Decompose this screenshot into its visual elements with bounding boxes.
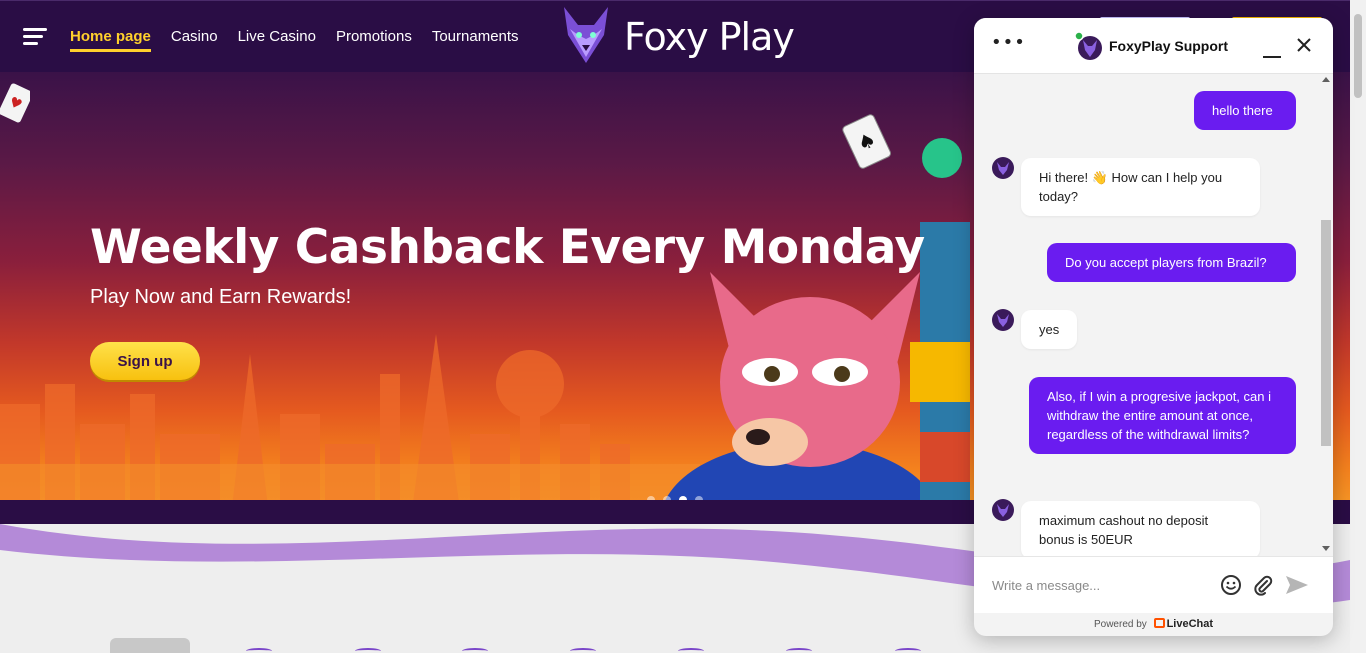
livechat-widget: ••• FoxyPlay Support hello there Hi ther… <box>974 18 1333 636</box>
message-input[interactable] <box>992 575 1192 595</box>
category-icon[interactable] <box>570 648 596 653</box>
scroll-down-arrow[interactable] <box>1322 546 1330 551</box>
chat-composer <box>974 556 1333 613</box>
send-icon[interactable] <box>1284 574 1310 596</box>
category-icon[interactable] <box>462 648 488 653</box>
signup-button[interactable]: Sign up <box>90 342 200 380</box>
page-scrollbar-thumb[interactable] <box>1354 14 1362 98</box>
category-icon[interactable] <box>355 648 381 653</box>
playing-card-icon: ♠ <box>842 114 891 169</box>
page-scrollbar[interactable] <box>1350 0 1366 653</box>
hero-subtitle: Play Now and Earn Rewards! <box>90 286 352 308</box>
nav-casino[interactable]: Casino <box>171 28 218 52</box>
nav-live-casino[interactable]: Live Casino <box>238 28 316 52</box>
chat-title: FoxyPlay Support <box>1109 38 1229 54</box>
category-tile-active[interactable] <box>110 638 190 653</box>
category-icon[interactable] <box>895 648 921 653</box>
fox-logo-icon <box>564 7 608 63</box>
close-icon[interactable] <box>1294 35 1314 55</box>
playing-card-icon-left: ♥ <box>0 83 30 123</box>
chat-message-list[interactable]: hello there Hi there! 👋 How can I help y… <box>974 74 1333 556</box>
category-icon[interactable] <box>786 648 812 653</box>
chat-scrollbar-thumb[interactable] <box>1321 220 1331 446</box>
scroll-up-arrow[interactable] <box>1322 77 1330 82</box>
user-message: hello there <box>1194 91 1296 130</box>
support-avatar <box>1074 31 1102 60</box>
menu-icon[interactable] <box>23 28 47 46</box>
category-icon[interactable] <box>678 648 704 653</box>
brand-name: Foxy Play <box>624 15 795 59</box>
slot-machine-illustration <box>910 138 970 502</box>
agent-message: yes <box>1021 310 1077 349</box>
chat-footer: Powered by LiveChat <box>974 613 1333 636</box>
agent-message: Hi there! 👋 How can I help you today? <box>1021 158 1260 216</box>
hero-title: Weekly Cashback Every Monday <box>90 220 925 275</box>
agent-avatar <box>992 499 1014 521</box>
nav-promotions[interactable]: Promotions <box>336 28 412 52</box>
nav-home[interactable]: Home page <box>70 28 151 52</box>
livechat-logo-icon <box>1153 618 1165 628</box>
livechat-link[interactable]: LiveChat <box>1167 618 1213 630</box>
chat-header: ••• FoxyPlay Support <box>974 18 1333 74</box>
emoji-icon[interactable] <box>1220 574 1242 596</box>
more-options-icon[interactable]: ••• <box>991 34 1026 52</box>
site-logo[interactable]: Foxy Play <box>560 5 795 69</box>
minimize-icon[interactable] <box>1263 42 1281 58</box>
nav-tournaments[interactable]: Tournaments <box>432 28 519 52</box>
agent-avatar <box>992 309 1014 331</box>
agent-message: maximum cashout no deposit bonus is 50EU… <box>1021 501 1260 556</box>
chat-scrollbar[interactable] <box>1319 74 1333 556</box>
agent-avatar <box>992 157 1014 179</box>
user-message: Do you accept players from Brazil? <box>1047 243 1296 282</box>
user-message: Also, if I win a progresive jackpot, can… <box>1029 377 1296 454</box>
category-icon[interactable] <box>246 648 272 653</box>
powered-by-label: Powered by <box>1093 619 1147 630</box>
attachment-icon[interactable] <box>1252 574 1274 596</box>
main-nav: Home page Casino Live Casino Promotions … <box>70 28 519 52</box>
